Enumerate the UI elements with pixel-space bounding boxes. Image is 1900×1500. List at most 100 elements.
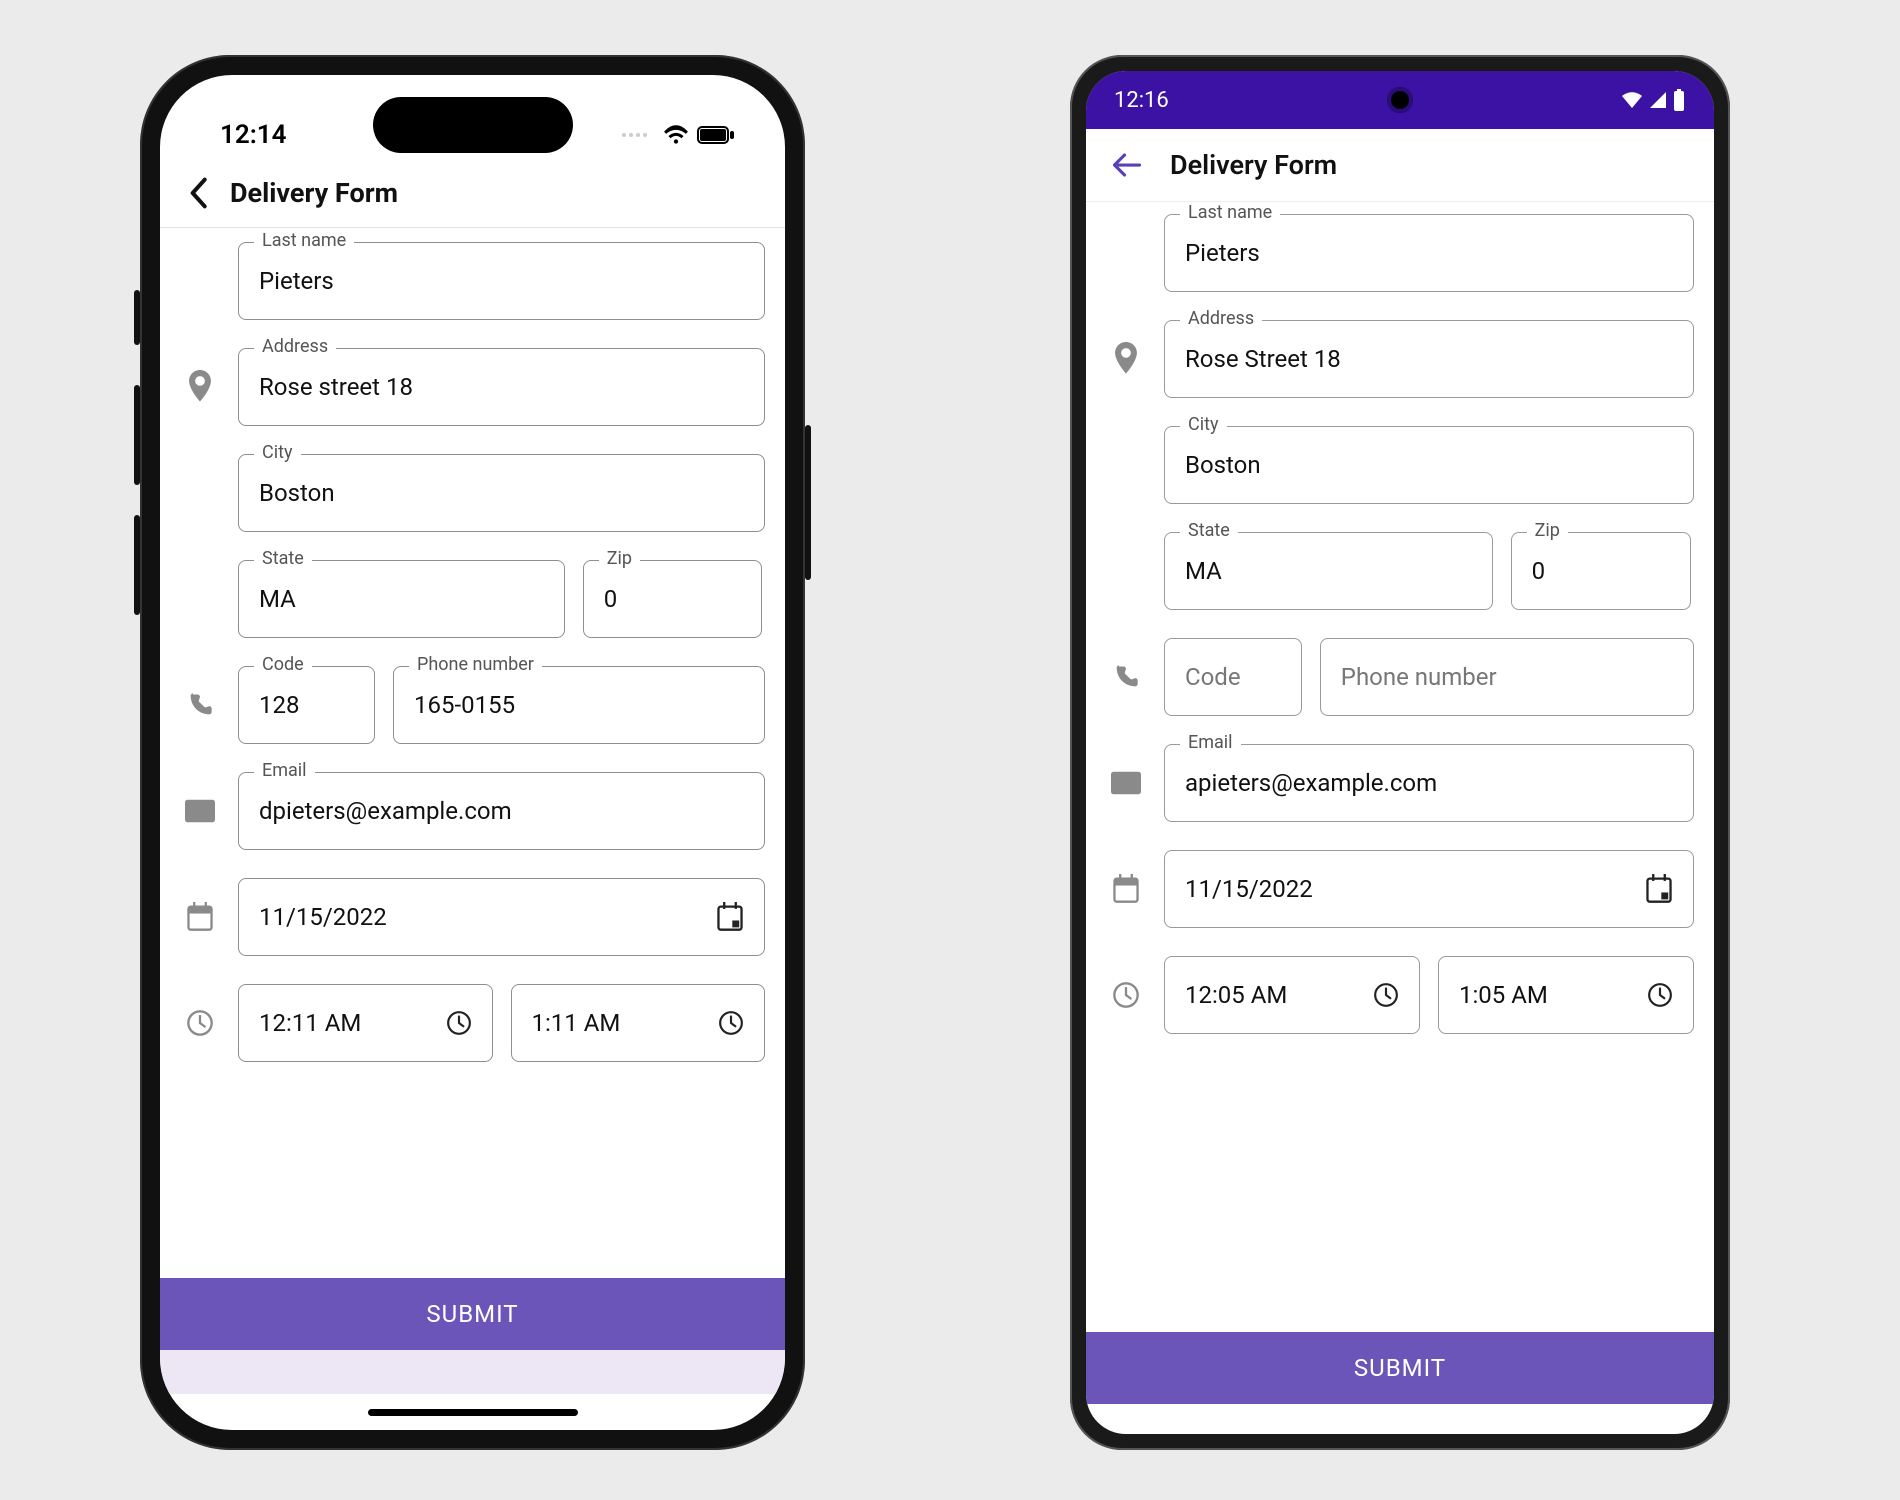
calendar-icon xyxy=(1106,874,1146,904)
calendar-picker-icon[interactable] xyxy=(716,902,744,932)
field-label: Address xyxy=(254,336,336,357)
field-label: City xyxy=(254,442,301,463)
field-value: 165-0155 xyxy=(414,691,515,719)
page-title: Delivery Form xyxy=(230,177,398,209)
field-value: Pieters xyxy=(1185,239,1260,267)
phone-number-field[interactable]: Phone number xyxy=(1320,638,1694,716)
city-field[interactable]: City Boston xyxy=(238,454,765,532)
date-field[interactable]: 11/15/2022 xyxy=(1164,850,1694,928)
field-value: apieters@example.com xyxy=(1185,769,1437,797)
location-icon xyxy=(180,370,220,404)
field-placeholder: Phone number xyxy=(1341,663,1497,691)
android-submit-area: SUBMIT xyxy=(1086,1332,1714,1434)
field-label: Zip xyxy=(1527,520,1568,541)
battery-icon xyxy=(697,126,735,144)
page-title: Delivery Form xyxy=(1170,149,1337,181)
ios-status-time: 12:14 xyxy=(220,120,287,150)
field-label: Phone number xyxy=(409,654,542,675)
phone-code-field[interactable]: Code 128 xyxy=(238,666,375,744)
submit-button[interactable]: SUBMIT xyxy=(160,1278,785,1350)
time-to-field[interactable]: 1:11 AM xyxy=(511,984,766,1062)
phone-code-field[interactable]: Code xyxy=(1164,638,1302,716)
submit-label: SUBMIT xyxy=(1354,1354,1446,1382)
zip-field[interactable]: Zip 0 xyxy=(583,560,762,638)
clock-icon xyxy=(180,1009,220,1037)
ios-submit-area: SUBMIT xyxy=(160,1278,785,1430)
phone-number-field[interactable]: Phone number 165-0155 xyxy=(393,666,765,744)
android-app-bar: Delivery Form xyxy=(1086,129,1714,202)
lastname-field[interactable]: Last name Pieters xyxy=(1164,214,1694,292)
field-value: MA xyxy=(1185,557,1222,585)
calendar-icon xyxy=(180,902,220,932)
field-label: Last name xyxy=(254,230,354,251)
field-label: State xyxy=(1180,520,1238,541)
android-device-frame: 12:16 Delivery Form Last name Pieters xyxy=(1070,55,1730,1450)
address-field[interactable]: Address Rose Street 18 xyxy=(1164,320,1694,398)
field-label: Email xyxy=(1180,732,1241,753)
zip-field[interactable]: Zip 0 xyxy=(1511,532,1691,610)
field-value: Rose Street 18 xyxy=(1185,345,1341,373)
android-status-time: 12:16 xyxy=(1114,88,1169,113)
field-value: 0 xyxy=(1532,557,1546,585)
cellular-dots-icon xyxy=(622,133,647,137)
field-value: Boston xyxy=(259,479,335,507)
address-field[interactable]: Address Rose street 18 xyxy=(238,348,765,426)
home-indicator xyxy=(368,1409,578,1416)
wifi-icon xyxy=(1620,90,1644,110)
iphone-dynamic-island xyxy=(373,97,573,153)
city-field[interactable]: City Boston xyxy=(1164,426,1694,504)
field-value: 12:05 AM xyxy=(1185,981,1287,1009)
android-status-bar: 12:16 xyxy=(1086,71,1714,129)
lastname-field[interactable]: Last name Pieters xyxy=(238,242,765,320)
iphone-side-button xyxy=(134,385,140,485)
clock-icon xyxy=(1106,981,1146,1009)
phone-icon xyxy=(180,691,220,719)
field-value: 1:05 AM xyxy=(1459,981,1548,1009)
field-value: 0 xyxy=(604,585,618,613)
ios-nav-bar: Delivery Form xyxy=(160,165,785,228)
back-button[interactable] xyxy=(1112,152,1142,178)
iphone-device-frame: 12:14 Delivery Form xyxy=(140,55,805,1450)
ios-form: Last name Pieters Address Rose street 18 xyxy=(160,228,785,1333)
field-value: 11/15/2022 xyxy=(259,903,387,931)
wifi-icon xyxy=(663,125,689,145)
clock-picker-icon[interactable] xyxy=(1373,982,1399,1008)
field-label: Email xyxy=(254,760,315,781)
field-value: MA xyxy=(259,585,296,613)
state-field[interactable]: State MA xyxy=(238,560,565,638)
field-placeholder: Code xyxy=(1185,663,1241,691)
email-field[interactable]: Email apieters@example.com xyxy=(1164,744,1694,822)
time-to-field[interactable]: 1:05 AM xyxy=(1438,956,1694,1034)
date-field[interactable]: 11/15/2022 xyxy=(238,878,765,956)
email-field[interactable]: Email dpieters@example.com xyxy=(238,772,765,850)
android-camera-hole xyxy=(1387,87,1413,113)
state-field[interactable]: State MA xyxy=(1164,532,1493,610)
field-value: 1:11 AM xyxy=(532,1009,621,1037)
email-icon xyxy=(180,799,220,823)
iphone-side-button xyxy=(805,425,811,580)
time-from-field[interactable]: 12:05 AM xyxy=(1164,956,1420,1034)
field-value: dpieters@example.com xyxy=(259,797,512,825)
clock-picker-icon[interactable] xyxy=(1647,982,1673,1008)
clock-picker-icon[interactable] xyxy=(446,1010,472,1036)
field-label: Last name xyxy=(1180,202,1280,223)
iphone-side-button xyxy=(134,515,140,615)
submit-label: SUBMIT xyxy=(426,1300,518,1328)
battery-icon xyxy=(1672,89,1686,111)
field-label: Address xyxy=(1180,308,1262,329)
field-value: Boston xyxy=(1185,451,1261,479)
field-value: 128 xyxy=(259,691,299,719)
time-from-field[interactable]: 12:11 AM xyxy=(238,984,493,1062)
location-icon xyxy=(1106,342,1146,376)
phone-icon xyxy=(1106,663,1146,691)
field-value: Rose street 18 xyxy=(259,373,413,401)
cellular-icon xyxy=(1648,90,1668,110)
email-icon xyxy=(1106,771,1146,795)
field-value: 11/15/2022 xyxy=(1185,875,1313,903)
field-value: 12:11 AM xyxy=(259,1009,361,1037)
back-button[interactable] xyxy=(188,177,208,209)
calendar-picker-icon[interactable] xyxy=(1645,874,1673,904)
submit-button[interactable]: SUBMIT xyxy=(1086,1332,1714,1404)
clock-picker-icon[interactable] xyxy=(718,1010,744,1036)
field-value: Pieters xyxy=(259,267,334,295)
